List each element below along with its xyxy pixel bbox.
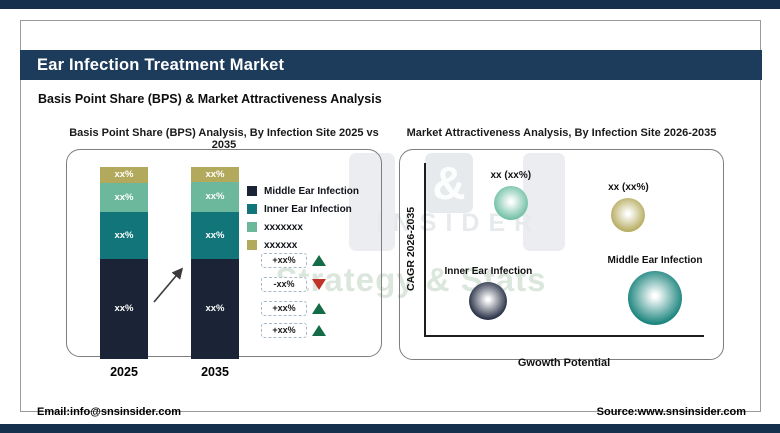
bar-segment: xx% xyxy=(191,211,239,259)
footer-source: Source:www.snsinsider.com xyxy=(596,406,746,418)
bps-chart-title: Basis Point Share (BPS) Analysis, By Inf… xyxy=(69,127,379,151)
footer-email: Email:info@snsinsider.com xyxy=(37,406,181,418)
legend-item: xxxxxx xyxy=(247,239,297,251)
bar-segment: xx% xyxy=(191,167,239,182)
title-bar: Ear Infection Treatment Market xyxy=(20,50,762,80)
legend-swatch-icon xyxy=(247,222,257,232)
page-title: Ear Infection Treatment Market xyxy=(37,56,285,74)
up-triangle-icon xyxy=(312,325,326,336)
legend-swatch-icon xyxy=(247,240,257,250)
down-triangle-icon xyxy=(312,279,326,290)
x-axis-label: Gwowth Potential xyxy=(517,357,611,369)
legend-item: xxxxxxx xyxy=(247,221,303,233)
bar-segment: xx% xyxy=(100,182,148,212)
y-axis-label: CAGR 2026-2035 xyxy=(405,206,417,292)
up-triangle-icon xyxy=(312,303,326,314)
bps-change-value: +xx% xyxy=(261,323,307,338)
legend-swatch-icon xyxy=(247,186,257,196)
year-label-2035: 2035 xyxy=(201,365,229,379)
bar-segment: xx% xyxy=(100,211,148,259)
growth-arrow-icon xyxy=(153,267,184,303)
bar-segment: xx% xyxy=(191,258,239,359)
legend-item: Inner Ear Infection xyxy=(247,203,352,215)
legend-label: xxxxxxx xyxy=(264,221,303,233)
bubble-label: xx (xx%) xyxy=(608,181,649,193)
legend-label: Middle Ear Infection xyxy=(264,185,360,197)
x-axis-line xyxy=(424,335,704,337)
bar-segment: xx% xyxy=(100,167,148,183)
infographic-page: & INSIDER Strategy & Stats Ear Infection… xyxy=(0,0,780,433)
bubble-label: Middle Ear Infection xyxy=(607,255,703,267)
bps-change-value: +xx% xyxy=(261,301,307,316)
stacked-bar-2035: xx% xx% xx% xx% xyxy=(191,167,239,359)
bps-change-value: -xx% xyxy=(261,277,307,292)
top-accent-strip xyxy=(0,0,780,9)
legend-label: Inner Ear Infection xyxy=(264,203,352,215)
infographic-card: & INSIDER Strategy & Stats Ear Infection… xyxy=(20,20,762,418)
bubble-label: Inner Ear Infection xyxy=(444,265,533,277)
bubble xyxy=(611,197,646,232)
bubble-label: xx (xx%) xyxy=(490,169,532,181)
bubble xyxy=(493,185,528,220)
up-triangle-icon xyxy=(312,255,326,266)
bar-segment: xx% xyxy=(100,258,148,359)
bubble xyxy=(469,281,508,320)
bps-change-value: +xx% xyxy=(261,253,307,268)
year-label-2025: 2025 xyxy=(110,365,138,379)
footer: Email:info@snsinsider.com Source:www.sns… xyxy=(21,406,762,426)
attractiveness-chart-title: Market Attractiveness Analysis, By Infec… xyxy=(406,127,717,139)
stacked-bar-2025: xx% xx% xx% xx% xyxy=(100,167,148,359)
y-axis-line xyxy=(424,163,426,335)
legend-item: Middle Ear Infection xyxy=(247,185,359,197)
legend-label: xxxxxx xyxy=(264,239,298,251)
page-subtitle: Basis Point Share (BPS) & Market Attract… xyxy=(38,92,382,106)
bar-segment: xx% xyxy=(191,181,239,212)
bubble xyxy=(628,271,682,326)
legend-swatch-icon xyxy=(247,204,257,214)
